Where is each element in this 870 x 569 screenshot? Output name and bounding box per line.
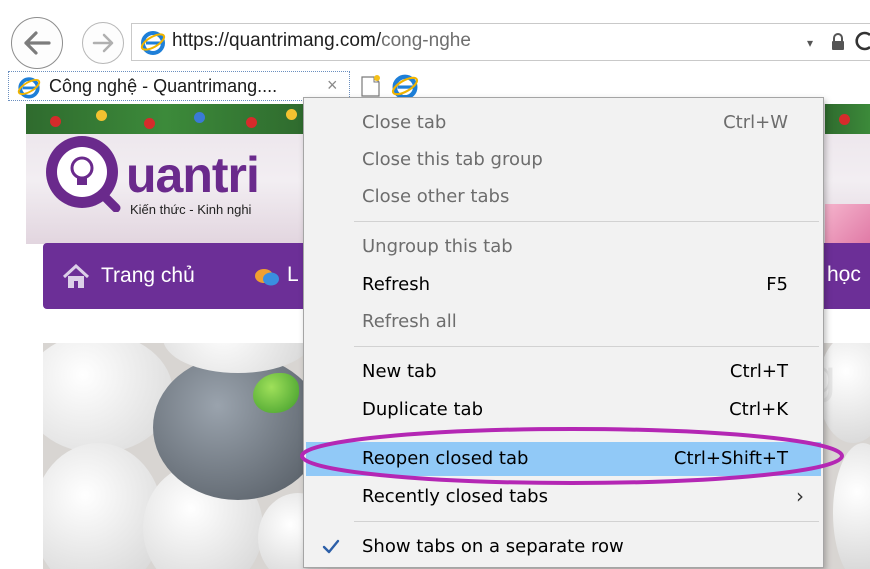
menu-item-recently-closed-tabs[interactable]: Recently closed tabs › [306,480,821,514]
refresh-icon[interactable] [855,29,870,53]
new-tab-icon[interactable] [360,74,382,98]
tab-context-menu: Close tab Ctrl+W Close this tab group Cl… [303,97,824,568]
menu-separator [354,346,819,347]
chevron-right-icon: › [796,484,804,508]
menu-item-reopen-closed-tab[interactable]: Reopen closed tab Ctrl+Shift+T [306,442,821,476]
menu-item-label: Refresh [362,274,430,295]
menu-item-shortcut: F5 [766,274,788,295]
menu-item-label: Show tabs on a separate row [362,536,624,557]
menu-item-label: Recently closed tabs [362,486,548,507]
menu-separator [354,521,819,522]
menu-item-close-tab-group[interactable]: Close this tab group [306,143,821,177]
chat-icon[interactable] [254,267,280,289]
arrow-right-icon [92,33,114,53]
menu-item-label: Refresh all [362,311,457,332]
back-button[interactable] [11,17,63,69]
browser-chrome: https://quantrimang.com/cong-nghe ▾ Công… [0,0,870,104]
forward-button[interactable] [82,22,124,64]
nav-item-partial-right[interactable]: học [827,263,861,287]
logo-tagline: Kiến thức - Kinh nghi [130,202,252,217]
internet-explorer-icon [140,31,166,55]
menu-item-refresh[interactable]: Refresh F5 [306,268,821,302]
menu-separator [354,221,819,222]
christmas-garland [825,104,870,134]
nav-item-home[interactable]: Trang chủ [101,264,195,288]
arrow-left-icon [24,31,51,55]
active-tab[interactable]: Công nghệ - Quantrimang.... × [8,71,350,101]
menu-item-shortcut: Ctrl+T [729,361,788,382]
menu-item-label: Reopen closed tab [362,448,529,469]
tab-close-button[interactable]: × [327,75,338,96]
url-text[interactable]: https://quantrimang.com/cong-nghe [172,30,471,52]
url-path: cong-nghe [381,30,471,51]
url-domain: https://quantrimang.com/ [172,30,382,51]
address-dropdown-icon[interactable]: ▾ [807,36,813,50]
menu-item-label: New tab [362,361,437,382]
tab-title: Công nghệ - Quantrimang.... [49,76,278,96]
menu-item-label: Ungroup this tab [362,236,513,257]
menu-item-shortcut: Ctrl+K [729,399,788,420]
menu-item-label: Close other tabs [362,186,510,207]
lock-icon[interactable] [831,33,845,51]
lightbulb-logo-icon [46,136,121,212]
address-bar[interactable]: https://quantrimang.com/cong-nghe ▾ [131,23,870,61]
menu-item-close-other-tabs[interactable]: Close other tabs [306,180,821,214]
menu-item-label: Close this tab group [362,149,543,170]
menu-item-shortcut: Ctrl+Shift+T [673,448,788,469]
logo-text: uantri [126,147,260,203]
site-logo[interactable]: uantri Kiến thức - Kinh nghi [42,130,304,217]
menu-item-close-tab[interactable]: Close tab Ctrl+W [306,106,821,140]
home-icon[interactable] [62,264,90,290]
menu-item-refresh-all[interactable]: Refresh all [306,305,821,339]
menu-item-shortcut: Ctrl+W [723,112,788,133]
banner-decoration [825,204,870,244]
menu-item-show-tabs-separate-row[interactable]: Show tabs on a separate row [306,530,821,564]
nav-item-partial[interactable]: L [287,263,299,287]
internet-explorer-icon[interactable] [391,72,419,100]
menu-item-new-tab[interactable]: New tab Ctrl+T [306,355,821,389]
menu-item-duplicate-tab[interactable]: Duplicate tab Ctrl+K [306,393,821,427]
menu-item-ungroup-tab[interactable]: Ungroup this tab [306,230,821,264]
checkmark-icon [322,539,340,554]
menu-item-label: Duplicate tab [362,399,483,420]
menu-item-label: Close tab [362,112,447,133]
internet-explorer-icon [17,77,41,99]
